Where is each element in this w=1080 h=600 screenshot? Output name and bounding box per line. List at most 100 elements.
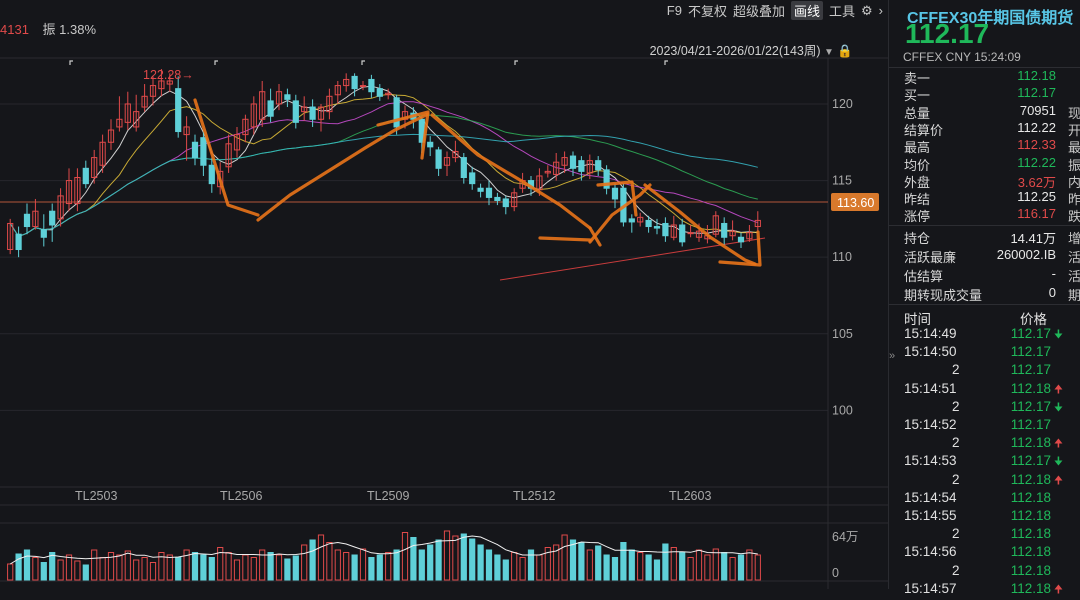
trade-price: 112.18: [1010, 471, 1051, 487]
marker-tick: [361, 60, 365, 65]
volume-bar: [662, 543, 669, 581]
volume-bar: [65, 554, 73, 581]
volume-bar: [301, 544, 308, 581]
trade-row: 2 112.18 🠉: [904, 435, 1080, 453]
candle-body: [267, 100, 274, 117]
candle-body: [309, 106, 316, 120]
trade-time: 15:14:51: [904, 380, 957, 396]
volume-bar: [603, 554, 610, 581]
volume-bar: [91, 549, 98, 581]
quote-row: 结算价 112.22 开: [904, 120, 1080, 138]
candle-body: [569, 155, 577, 169]
volume-bar: [653, 559, 661, 581]
volume-bar: [200, 554, 207, 581]
volume-bar: [645, 554, 652, 581]
candle-body: [351, 75, 358, 90]
trade-row: 15:14:57 112.18 🠉: [904, 581, 1080, 599]
trade-price: 112.17: [1010, 398, 1051, 414]
candle-body: [82, 167, 89, 185]
trade-price: 112.18: [1010, 380, 1051, 396]
exchange-info: CFFEX CNY 15:24:09: [903, 50, 1021, 64]
candle-body: [595, 160, 602, 171]
trade-row: 15:14:56 112.18: [904, 544, 1080, 562]
volume-bar: [385, 552, 392, 581]
quote-key: 结算价: [904, 122, 944, 138]
volume-bar: [49, 552, 56, 581]
candle-body: [502, 198, 509, 208]
trade-qty: 2: [952, 435, 960, 451]
quote-extra: 最: [1067, 140, 1080, 156]
volume-bar: [116, 554, 123, 581]
annotation-stroke: [256, 112, 430, 222]
info-row: 持仓 14.41万 增: [904, 228, 1080, 246]
trade-price: 112.17: [1010, 326, 1051, 341]
kline-chart[interactable]: 120 115 110 105 100 TL2503 TL2506 TL2509 TL2512 T…: [0, 0, 888, 589]
candle-body: [662, 222, 669, 237]
quote-extra: 跌: [1067, 209, 1080, 225]
volume-bars: [7, 530, 761, 581]
volume-bar: [519, 557, 526, 581]
volume-bar: [149, 562, 157, 581]
volume-bar: [32, 557, 39, 581]
trade-row: 15:14:53 112.17 🠋: [904, 453, 1080, 471]
collapse-icon[interactable]: »: [889, 350, 895, 362]
volume-bar: [637, 552, 644, 581]
volume-bar: [410, 537, 417, 581]
volume-bar: [427, 544, 434, 581]
quote-value: 3.62万: [1017, 174, 1056, 190]
candle-body: [435, 149, 442, 169]
volume-bar: [376, 554, 383, 581]
time-header: 时间: [904, 312, 931, 327]
quote-value: 116.17: [1017, 206, 1056, 222]
candle-body: [477, 187, 484, 192]
volume-bar: [511, 552, 518, 581]
volume-bar: [233, 559, 241, 581]
volume-bar: [620, 542, 627, 581]
volume-bar: [133, 559, 140, 581]
candle-body: [485, 187, 493, 198]
trade-time: 15:14:56: [904, 544, 957, 560]
candle-body: [460, 157, 467, 179]
candle-body: [376, 88, 383, 97]
trade-row: 15:14:52 112.17: [904, 417, 1080, 435]
down-arrow-icon: 🠋: [1053, 456, 1063, 469]
info-extra: 增: [1067, 231, 1080, 246]
trade-row: 15:14:51 112.18 🠉: [904, 381, 1080, 399]
y-tick-label: 120: [832, 97, 853, 111]
trade-time: 15:14:49: [904, 326, 957, 341]
candle-body: [721, 222, 728, 238]
volume-bar: [679, 552, 686, 581]
candle-body: [191, 141, 199, 159]
annotation-stroke: [538, 236, 592, 242]
last-price: 112.17: [905, 18, 990, 49]
volume-bar: [242, 554, 249, 581]
volume-bar: [561, 534, 568, 581]
y-tick-label: 105: [832, 327, 853, 341]
trade-row: 2 112.17 🠋: [904, 399, 1080, 417]
quote-value: 112.17: [1017, 85, 1056, 101]
info-key: 期转现成交量: [904, 288, 983, 303]
up-arrow-icon: 🠉: [1053, 583, 1063, 596]
volume-bar: [191, 552, 199, 581]
volume-tick-label: 64万: [832, 530, 858, 544]
candle-body: [611, 187, 619, 200]
volume-bar: [175, 557, 182, 581]
quote-key: 外盘: [904, 174, 931, 190]
trade-price: 112.18: [1010, 526, 1051, 542]
volume-bar: [292, 555, 299, 581]
volume-bar: [351, 554, 358, 581]
price-tag-label: 113.60: [837, 196, 874, 210]
trade-qty: 2: [952, 471, 960, 487]
candle-body: [469, 172, 476, 185]
quote-key: 涨停: [904, 209, 931, 225]
volume-bar: [754, 554, 761, 581]
trade-row: 2 112.18: [904, 526, 1080, 544]
up-arrow-icon: 🠉: [1053, 383, 1063, 396]
volume-bar: [443, 530, 451, 581]
quote-key: 买一: [904, 88, 931, 104]
trade-price: 112.18: [1010, 435, 1051, 451]
quote-key: 昨结: [904, 192, 931, 208]
volume-bar: [721, 552, 728, 581]
trade-price: 112.18: [1010, 580, 1051, 596]
volume-bar: [359, 548, 367, 581]
